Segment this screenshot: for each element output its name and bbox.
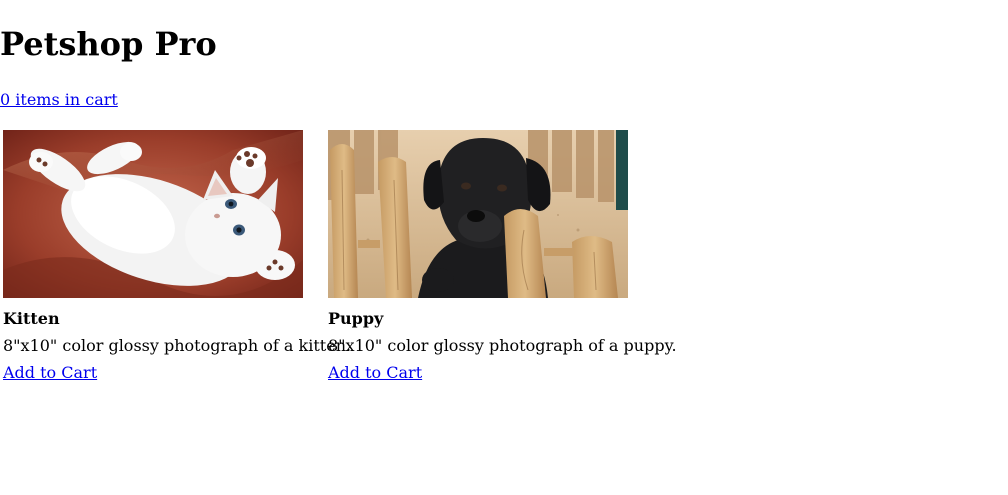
puppy-photo	[328, 130, 628, 298]
product-list: Kitten 8"x10" color glossy photograph of…	[3, 130, 677, 384]
add-to-cart-puppy-link[interactable]: Add to Cart	[328, 362, 422, 384]
add-to-cart-kitten-link[interactable]: Add to Cart	[3, 362, 97, 384]
product-name: Kitten	[3, 309, 60, 328]
product-card: Puppy 8"x10" color glossy photograph of …	[328, 130, 677, 384]
kitten-photo	[3, 130, 303, 298]
product-description: 8"x10" color glossy photograph of a kitt…	[3, 336, 352, 355]
product-description: 8"x10" color glossy photograph of a pupp…	[328, 336, 677, 355]
page-title: Petshop Pro	[0, 25, 217, 63]
product-name: Puppy	[328, 309, 384, 328]
product-card: Kitten 8"x10" color glossy photograph of…	[3, 130, 352, 384]
cart-link[interactable]: 0 items in cart	[0, 89, 118, 111]
